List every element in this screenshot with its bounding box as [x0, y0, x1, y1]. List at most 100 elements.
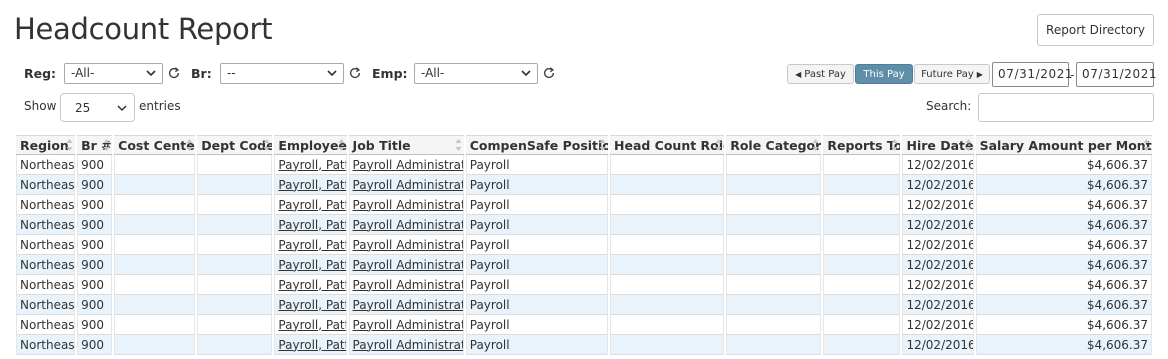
- employee-select[interactable]: -All-: [414, 63, 538, 84]
- future-pay-button[interactable]: Future Pay ▶: [914, 64, 990, 84]
- cell-head-count-role: [610, 315, 725, 335]
- cell-salary-amount-per-month: $4,606.37: [975, 175, 1152, 195]
- employee-filter-label: Emp:: [372, 66, 408, 81]
- branch-select[interactable]: --: [220, 63, 344, 84]
- cell-hire-date: 12/02/2016: [902, 175, 974, 195]
- column-header-head-count-role[interactable]: Head Count Role: [610, 135, 725, 155]
- cell-compensafe-position: Payroll: [465, 275, 608, 295]
- sort-icon: [338, 139, 345, 151]
- table-header-row: Region Br # Cost Center Dept Code Employee Jo…: [16, 135, 1152, 155]
- start-date-input[interactable]: 07/31/2021: [992, 62, 1073, 87]
- cell-reports-to: [823, 215, 901, 235]
- cell-reports-to: [823, 235, 901, 255]
- cell-region: Northeast: [16, 215, 76, 235]
- end-date-input[interactable]: 07/31/2021: [1076, 62, 1157, 87]
- cell-employee[interactable]: Payroll, Patti: [274, 275, 347, 295]
- cell-dept-code: [197, 235, 273, 255]
- past-pay-button[interactable]: ◀ Past Pay: [787, 64, 854, 84]
- cell-employee[interactable]: Payroll, Patti: [274, 315, 347, 335]
- cell-reports-to: [823, 255, 901, 275]
- cell-employee[interactable]: Payroll, Patti: [274, 255, 347, 275]
- page-title: Headcount Report: [14, 12, 273, 46]
- chevron-down-icon: [327, 70, 337, 77]
- cell-cost-center: [114, 155, 196, 175]
- cell-hire-date: 12/02/2016: [902, 335, 974, 355]
- cell-salary-amount-per-month: $4,606.37: [975, 275, 1152, 295]
- cell-hire-date: 12/02/2016: [902, 235, 974, 255]
- cell-job-title[interactable]: Payroll Administrator: [348, 175, 464, 195]
- cell-compensafe-position: Payroll: [465, 255, 608, 275]
- cell-job-title[interactable]: Payroll Administrator: [348, 255, 464, 275]
- cell-employee[interactable]: Payroll, Patti: [274, 195, 347, 215]
- column-header-label: Employee: [278, 137, 347, 153]
- cell-region: Northeast: [16, 255, 76, 275]
- cell-job-title[interactable]: Payroll Administrator: [348, 195, 464, 215]
- table-row: Northeast 900 Payroll, Patti Payroll Admini…: [16, 275, 1152, 295]
- cell-employee[interactable]: Payroll, Patti: [274, 175, 347, 195]
- cell-region: Northeast: [16, 315, 76, 335]
- cell-region: Northeast: [16, 175, 76, 195]
- sort-icon: [66, 139, 73, 151]
- column-header-region[interactable]: Region: [16, 135, 76, 155]
- cell-employee[interactable]: Payroll, Patti: [274, 215, 347, 235]
- report-directory-button[interactable]: Report Directory: [1037, 14, 1154, 46]
- column-header-compensafe-position[interactable]: CompenSafe Position: [465, 135, 608, 155]
- cell-head-count-role: [610, 275, 725, 295]
- cell-salary-amount-per-month: $4,606.37: [975, 215, 1152, 235]
- column-header-job-title[interactable]: Job Title: [348, 135, 464, 155]
- column-header-cost-center[interactable]: Cost Center: [114, 135, 196, 155]
- cell-compensafe-position: Payroll: [465, 295, 608, 315]
- cell-job-title[interactable]: Payroll Administrator: [348, 315, 464, 335]
- column-header-label: Job Title: [352, 137, 411, 153]
- entries-label: entries: [139, 99, 181, 113]
- column-header-hire-date[interactable]: Hire Date: [902, 135, 974, 155]
- cell-dept-code: [197, 195, 273, 215]
- cell-job-title[interactable]: Payroll Administrator: [348, 275, 464, 295]
- column-header-reports-to[interactable]: Reports To: [823, 135, 901, 155]
- cell-employee[interactable]: Payroll, Patti: [274, 335, 347, 355]
- refresh-region-icon[interactable]: [167, 66, 181, 80]
- cell-compensafe-position: Payroll: [465, 175, 608, 195]
- employee-select-value: -All-: [421, 66, 445, 80]
- refresh-branch-icon[interactable]: [348, 66, 362, 80]
- column-header-salary-amount-per-month[interactable]: Salary Amount per Month: [975, 135, 1152, 155]
- cell-reports-to: [823, 175, 901, 195]
- column-header-label: Cost Center: [118, 137, 196, 153]
- sort-icon: [455, 139, 462, 151]
- cell-employee[interactable]: Payroll, Patti: [274, 295, 347, 315]
- this-pay-button[interactable]: This Pay: [855, 64, 913, 84]
- cell-hire-date: 12/02/2016: [902, 155, 974, 175]
- column-header-role-category[interactable]: Role Category: [726, 135, 822, 155]
- sort-icon: [891, 139, 898, 151]
- cell-dept-code: [197, 215, 273, 235]
- column-header-br[interactable]: Br #: [77, 135, 113, 155]
- cell-cost-center: [114, 175, 196, 195]
- cell-role-category: [726, 255, 822, 275]
- cell-hire-date: 12/02/2016: [902, 215, 974, 235]
- region-select[interactable]: -All-: [64, 63, 163, 84]
- cell-head-count-role: [610, 155, 725, 175]
- cell-cost-center: [114, 235, 196, 255]
- cell-br: 900: [77, 315, 113, 335]
- cell-dept-code: [197, 335, 273, 355]
- cell-salary-amount-per-month: $4,606.37: [975, 195, 1152, 215]
- column-header-dept-code[interactable]: Dept Code: [197, 135, 273, 155]
- cell-compensafe-position: Payroll: [465, 315, 608, 335]
- sort-icon: [715, 139, 722, 151]
- cell-dept-code: [197, 255, 273, 275]
- column-header-employee[interactable]: Employee: [274, 135, 347, 155]
- cell-salary-amount-per-month: $4,606.37: [975, 255, 1152, 275]
- cell-job-title[interactable]: Payroll Administrator: [348, 235, 464, 255]
- search-input[interactable]: [978, 93, 1154, 122]
- cell-employee[interactable]: Payroll, Patti: [274, 235, 347, 255]
- cell-salary-amount-per-month: $4,606.37: [975, 235, 1152, 255]
- cell-job-title[interactable]: Payroll Administrator: [348, 335, 464, 355]
- cell-employee[interactable]: Payroll, Patti: [274, 155, 347, 175]
- table-row: Northeast 900 Payroll, Patti Payroll Admini…: [16, 295, 1152, 315]
- cell-job-title[interactable]: Payroll Administrator: [348, 295, 464, 315]
- refresh-employee-icon[interactable]: [542, 66, 556, 80]
- page-length-select[interactable]: 25: [60, 93, 135, 122]
- cell-compensafe-position: Payroll: [465, 155, 608, 175]
- cell-job-title[interactable]: Payroll Administrator: [348, 155, 464, 175]
- cell-job-title[interactable]: Payroll Administrator: [348, 215, 464, 235]
